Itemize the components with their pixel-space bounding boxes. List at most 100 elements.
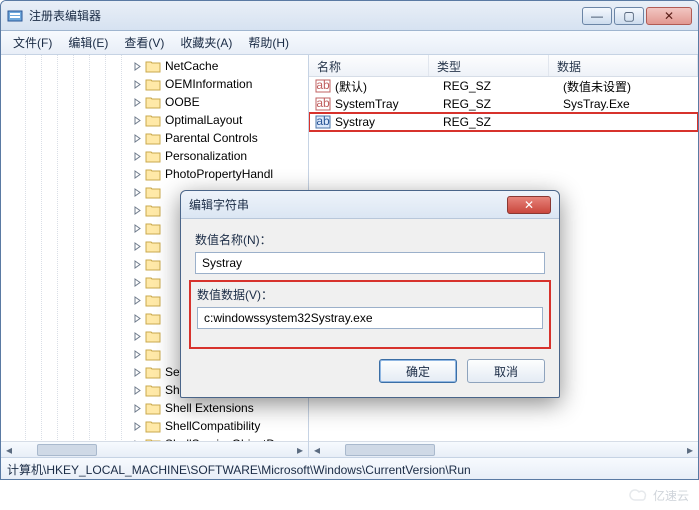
tree-label: OptimalLayout <box>165 113 242 127</box>
ok-button[interactable]: 确定 <box>379 359 457 383</box>
tree-label: NetCache <box>165 59 218 73</box>
scroll-thumb[interactable] <box>37 444 97 456</box>
tree-label: Shell Extensions <box>165 401 254 415</box>
dialog-titlebar[interactable]: 编辑字符串 ✕ <box>181 191 559 219</box>
string-icon: ab <box>315 97 331 111</box>
dialog-title: 编辑字符串 <box>189 196 507 213</box>
minimize-button[interactable]: — <box>582 7 612 25</box>
scroll-right-icon[interactable]: ▸ <box>682 442 698 458</box>
cell-name: (默认) <box>335 78 443 95</box>
value-name-field[interactable] <box>195 252 545 274</box>
list-row[interactable]: abSystrayREG_SZ <box>309 113 698 131</box>
folder-icon <box>145 113 161 127</box>
tree-hscroll[interactable]: ◂ ▸ <box>1 441 308 457</box>
expand-icon[interactable] <box>131 116 143 125</box>
status-path: 计算机\HKEY_LOCAL_MACHINE\SOFTWARE\Microsof… <box>7 463 471 477</box>
window-title: 注册表编辑器 <box>29 7 582 24</box>
col-type[interactable]: 类型 <box>429 55 549 76</box>
tree-item[interactable]: ShellCompatibility <box>1 417 308 435</box>
highlight-box: 数值数据(V)： <box>189 280 551 349</box>
folder-icon <box>145 419 161 433</box>
tree-label: OEMInformation <box>165 77 252 91</box>
col-data[interactable]: 数据 <box>549 55 698 76</box>
scroll-left-icon[interactable]: ◂ <box>1 442 17 458</box>
expand-icon[interactable] <box>131 422 143 431</box>
expand-icon[interactable] <box>131 386 143 395</box>
folder-icon <box>145 239 161 253</box>
titlebar[interactable]: 注册表编辑器 — ▢ ✕ <box>1 1 698 31</box>
cell-type: REG_SZ <box>443 79 563 93</box>
expand-icon[interactable] <box>131 350 143 359</box>
string-icon: ab <box>315 115 331 129</box>
tree-label: ShellCompatibility <box>165 419 260 433</box>
folder-icon <box>145 293 161 307</box>
statusbar: 计算机\HKEY_LOCAL_MACHINE\SOFTWARE\Microsof… <box>1 457 698 479</box>
expand-icon[interactable] <box>131 368 143 377</box>
folder-icon <box>145 347 161 361</box>
tree-item[interactable]: Shell Extensions <box>1 399 308 417</box>
expand-icon[interactable] <box>131 62 143 71</box>
expand-icon[interactable] <box>131 296 143 305</box>
maximize-button[interactable]: ▢ <box>614 7 644 25</box>
tree-label: OOBE <box>165 95 200 109</box>
scroll-thumb[interactable] <box>345 444 435 456</box>
tree-item[interactable]: Parental Controls <box>1 129 308 147</box>
value-data-field[interactable] <box>197 307 543 329</box>
tree-item[interactable]: NetCache <box>1 57 308 75</box>
menu-edit[interactable]: 编辑(E) <box>60 32 116 53</box>
menu-favorites[interactable]: 收藏夹(A) <box>172 32 240 53</box>
folder-icon <box>145 401 161 415</box>
cell-name: SystemTray <box>335 97 443 111</box>
col-name[interactable]: 名称 <box>309 55 429 76</box>
folder-icon <box>145 77 161 91</box>
menu-view[interactable]: 查看(V) <box>116 32 172 53</box>
expand-icon[interactable] <box>131 170 143 179</box>
tree-item[interactable]: PhotoPropertyHandl <box>1 165 308 183</box>
folder-icon <box>145 383 161 397</box>
expand-icon[interactable] <box>131 332 143 341</box>
expand-icon[interactable] <box>131 314 143 323</box>
dialog-close-button[interactable]: ✕ <box>507 196 551 214</box>
expand-icon[interactable] <box>131 206 143 215</box>
folder-icon <box>145 257 161 271</box>
folder-icon <box>145 275 161 289</box>
expand-icon[interactable] <box>131 278 143 287</box>
value-name-label: 数值名称(N)： <box>195 231 545 248</box>
folder-icon <box>145 329 161 343</box>
cancel-button[interactable]: 取消 <box>467 359 545 383</box>
edit-string-dialog[interactable]: 编辑字符串 ✕ 数值名称(N)： 数值数据(V)： 确定 取消 <box>180 190 560 398</box>
list-row[interactable]: ab(默认)REG_SZ(数值未设置) <box>309 77 698 95</box>
folder-icon <box>145 167 161 181</box>
expand-icon[interactable] <box>131 188 143 197</box>
folder-icon <box>145 203 161 217</box>
folder-icon <box>145 221 161 235</box>
expand-icon[interactable] <box>131 152 143 161</box>
tree-item[interactable]: OptimalLayout <box>1 111 308 129</box>
expand-icon[interactable] <box>131 404 143 413</box>
folder-icon <box>145 365 161 379</box>
menu-file[interactable]: 文件(F) <box>5 32 60 53</box>
tree-item[interactable]: OOBE <box>1 93 308 111</box>
expand-icon[interactable] <box>131 242 143 251</box>
expand-icon[interactable] <box>131 260 143 269</box>
tree-item[interactable]: Personalization <box>1 147 308 165</box>
list-header[interactable]: 名称 类型 数据 <box>309 55 698 77</box>
tree-item[interactable]: OEMInformation <box>1 75 308 93</box>
menu-help[interactable]: 帮助(H) <box>240 32 297 53</box>
watermark: 亿速云 <box>629 487 689 504</box>
expand-icon[interactable] <box>131 134 143 143</box>
expand-icon[interactable] <box>131 80 143 89</box>
list-row[interactable]: abSystemTrayREG_SZSysTray.Exe <box>309 95 698 113</box>
list-hscroll[interactable]: ◂ ▸ <box>309 441 698 457</box>
tree-label: Parental Controls <box>165 131 258 145</box>
close-button[interactable]: ✕ <box>646 7 692 25</box>
tree-label: PhotoPropertyHandl <box>165 167 273 181</box>
expand-icon[interactable] <box>131 224 143 233</box>
value-data-label: 数值数据(V)： <box>197 286 543 303</box>
expand-icon[interactable] <box>131 98 143 107</box>
folder-icon <box>145 131 161 145</box>
svg-text:ab: ab <box>316 115 330 128</box>
scroll-right-icon[interactable]: ▸ <box>292 442 308 458</box>
scroll-left-icon[interactable]: ◂ <box>309 442 325 458</box>
cell-type: REG_SZ <box>443 115 563 129</box>
